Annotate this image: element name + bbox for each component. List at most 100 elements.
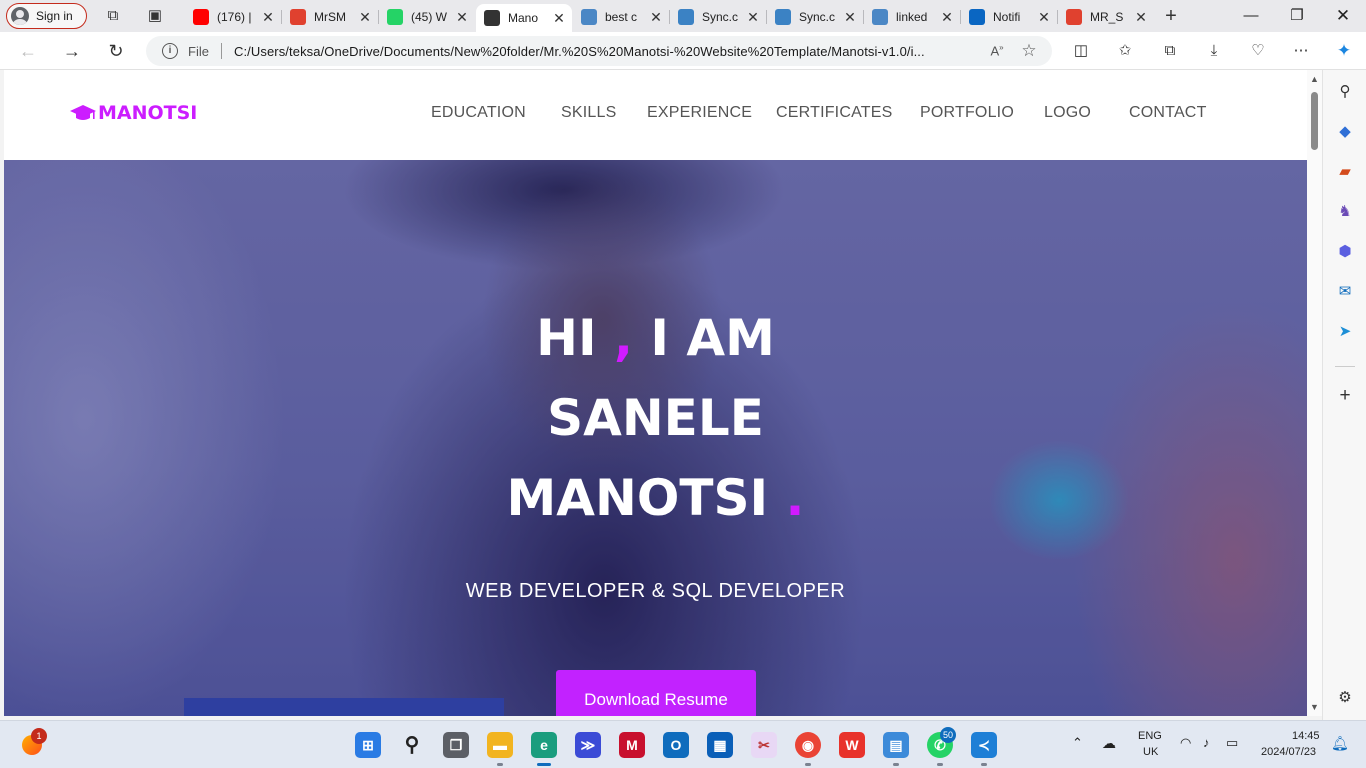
scroll-up-icon[interactable]: ▲ xyxy=(1310,74,1319,84)
favorites-icon[interactable]: ✩ xyxy=(1114,40,1136,62)
outlook-new-icon[interactable]: O xyxy=(663,732,689,758)
browser-tab[interactable]: (176) | ✕ xyxy=(185,4,281,30)
task-view-icon[interactable]: ❐ xyxy=(443,732,469,758)
edge-taskbar-icon[interactable]: e xyxy=(531,732,557,758)
add-icon[interactable]: + xyxy=(1335,386,1355,406)
close-tab-icon[interactable]: ✕ xyxy=(746,9,760,26)
close-tab-icon[interactable]: ✕ xyxy=(649,9,663,26)
browser-toolbar: ← → ↻ i File C:/Users/teksa/OneDrive/Doc… xyxy=(0,32,1366,70)
settings-gear-icon[interactable]: ⚙ xyxy=(1335,688,1355,708)
scrollbar-thumb[interactable] xyxy=(1311,92,1318,150)
search-icon xyxy=(872,9,888,25)
address-bar[interactable]: i File C:/Users/teksa/OneDrive/Documents… xyxy=(146,36,1052,66)
shopping-tag-icon[interactable]: ◆ xyxy=(1335,122,1355,142)
close-tab-icon[interactable]: ✕ xyxy=(552,10,566,27)
running-indicator xyxy=(805,763,811,766)
file-explorer-icon[interactable]: ▬ xyxy=(487,732,513,758)
volume-icon[interactable]: ♪ xyxy=(1203,735,1210,750)
page-scrollbar[interactable]: ▲ ▼ xyxy=(1307,70,1322,716)
games-icon[interactable]: ♞ xyxy=(1335,202,1355,222)
browser-tab[interactable]: best c ✕ xyxy=(573,4,669,30)
tab-title: MR_S xyxy=(1090,10,1124,24)
chrome-icon[interactable]: ◉ xyxy=(795,732,821,758)
minimize-button[interactable]: — xyxy=(1228,0,1274,32)
tab-title: MrSM xyxy=(314,10,346,24)
wifi-icon[interactable]: ◠ xyxy=(1180,735,1191,751)
mcafee-icon[interactable]: M xyxy=(619,732,645,758)
nav-contact[interactable]: CONTACT xyxy=(1129,104,1207,122)
close-tab-icon[interactable]: ✕ xyxy=(358,9,372,26)
nav-logo[interactable]: LOGO xyxy=(1044,104,1091,122)
browser-essentials-icon[interactable]: ♡ xyxy=(1247,40,1269,62)
download-resume-button[interactable]: Download Resume xyxy=(556,670,756,716)
forward-button[interactable]: → xyxy=(61,40,83,62)
microsoft365-icon[interactable]: ⬢ xyxy=(1335,242,1355,262)
clock-date[interactable]: 2024/07/23 xyxy=(1261,746,1316,758)
graduation-cap-icon xyxy=(70,105,96,120)
nav-portfolio[interactable]: PORTFOLIO xyxy=(920,104,1014,122)
workspaces-icon[interactable]: ⧉ xyxy=(104,7,122,25)
url-text[interactable]: C:/Users/teksa/OneDrive/Documents/New%20… xyxy=(234,44,986,59)
site-info-icon[interactable]: i xyxy=(162,43,178,59)
more-options-icon[interactable]: ⋯ xyxy=(1290,40,1312,62)
region-indicator[interactable]: UK xyxy=(1143,746,1158,758)
power-automate-icon[interactable]: ≫ xyxy=(575,732,601,758)
browser-tab[interactable]: linked ✕ xyxy=(864,4,960,30)
downloads-icon[interactable]: ⤓ xyxy=(1203,40,1225,62)
battery-icon[interactable]: ▭ xyxy=(1226,735,1238,751)
close-tab-icon[interactable]: ✕ xyxy=(843,9,857,26)
search-icon[interactable]: ⚲ xyxy=(1335,82,1355,102)
close-tab-icon[interactable]: ✕ xyxy=(455,9,469,26)
snipping-tool-icon[interactable]: ✂ xyxy=(751,732,777,758)
nav-education[interactable]: EDUCATION xyxy=(431,104,526,122)
browser-tab[interactable]: (45) W ✕ xyxy=(379,4,475,30)
close-tab-icon[interactable]: ✕ xyxy=(261,9,275,26)
refresh-button[interactable]: ↻ xyxy=(105,40,127,62)
vscode-icon[interactable]: ≺ xyxy=(971,732,997,758)
close-window-button[interactable]: ✕ xyxy=(1320,0,1366,32)
language-indicator[interactable]: ENG xyxy=(1138,730,1162,742)
show-hidden-icons-chevron-icon[interactable]: ⌃ xyxy=(1072,735,1083,751)
youtube-icon xyxy=(193,9,209,25)
site-logo[interactable]: MANOTSI xyxy=(70,102,197,124)
wps-office-icon[interactable]: W xyxy=(839,732,865,758)
linkedin-icon xyxy=(969,9,985,25)
notifications-bell-icon[interactable]: 🔔︎ xyxy=(1331,735,1349,752)
active-app-indicator xyxy=(537,763,551,766)
restore-button[interactable]: ❐ xyxy=(1274,0,1320,32)
back-button[interactable]: ← xyxy=(17,40,39,62)
send-icon[interactable]: ➤ xyxy=(1335,322,1355,342)
nav-skills[interactable]: SKILLS xyxy=(561,104,616,122)
browser-tab[interactable]: MrSM ✕ xyxy=(282,4,378,30)
tab-actions-icon[interactable]: ▣ xyxy=(146,7,164,25)
browser-tab[interactable]: Mano ✕ xyxy=(476,4,572,32)
control-panel-icon[interactable]: ▤ xyxy=(883,732,909,758)
favorite-star-icon[interactable]: ☆ xyxy=(1018,41,1040,61)
browser-tab[interactable]: Sync.c ✕ xyxy=(767,4,863,30)
browser-tab[interactable]: Notifi ✕ xyxy=(961,4,1057,30)
microsoft-store-icon[interactable]: ▦ xyxy=(707,732,733,758)
tab-separator xyxy=(766,10,767,24)
pdf-icon xyxy=(290,9,306,25)
collections-icon[interactable]: ⧉ xyxy=(1159,40,1181,62)
close-tab-icon[interactable]: ✕ xyxy=(940,9,954,26)
close-tab-icon[interactable]: ✕ xyxy=(1037,9,1051,26)
tools-icon[interactable]: ▰ xyxy=(1335,162,1355,182)
new-tab-icon[interactable]: + xyxy=(1162,6,1180,26)
read-aloud-icon[interactable]: A» xyxy=(986,43,1008,58)
browser-tab[interactable]: Sync.c ✕ xyxy=(670,4,766,30)
sign-in-label: Sign in xyxy=(36,9,73,23)
outlook-icon[interactable]: ✉ xyxy=(1335,282,1355,302)
clock-time[interactable]: 14:45 xyxy=(1292,730,1320,742)
close-tab-icon[interactable]: ✕ xyxy=(1134,9,1148,26)
start-icon[interactable]: ⊞ xyxy=(355,732,381,758)
browser-tab[interactable]: MR_S ✕ xyxy=(1058,4,1154,30)
onedrive-icon[interactable]: ☁ xyxy=(1102,735,1116,752)
nav-experience[interactable]: EXPERIENCE xyxy=(647,104,752,122)
sign-in-button[interactable]: Sign in xyxy=(6,3,87,29)
scroll-down-icon[interactable]: ▼ xyxy=(1310,702,1319,712)
split-screen-icon[interactable]: ◫ xyxy=(1070,40,1092,62)
nav-certificates[interactable]: CERTIFICATES xyxy=(776,104,893,122)
taskbar-search-icon[interactable]: ⚲ xyxy=(399,732,425,758)
copilot-icon[interactable]: ✦ xyxy=(1333,40,1355,62)
